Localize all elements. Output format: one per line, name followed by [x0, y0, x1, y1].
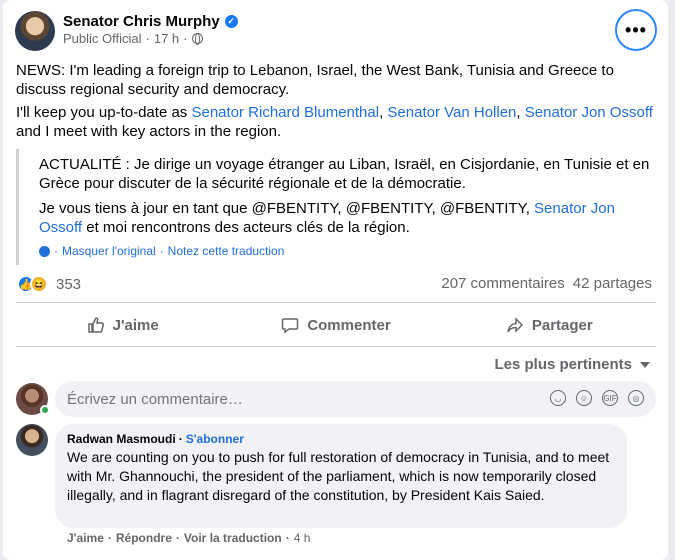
- reactions-summary[interactable]: 👍 😆 353: [17, 275, 81, 293]
- comment-input-tools: ◡ ☺ GIF ◎: [550, 390, 644, 406]
- translation-paragraph-1: ACTUALITÉ : Je dirige un voyage étranger…: [39, 156, 650, 192]
- author-role: Public Official: [63, 31, 142, 46]
- see-translation-link[interactable]: Voir la traduction: [184, 531, 282, 545]
- more-options-button[interactable]: •••: [615, 9, 657, 51]
- comment-bubble: Radwan Masmoudi · S'abonner We are count…: [55, 424, 627, 528]
- comment-like-link[interactable]: J'aime: [67, 531, 104, 545]
- comment-author-line: Radwan Masmoudi · S'abonner: [67, 432, 244, 446]
- comment-text: We are counting on you to push for full …: [67, 449, 610, 503]
- shares-count[interactable]: 42 partages: [573, 275, 652, 292]
- comment-reply-link[interactable]: Répondre: [116, 531, 172, 545]
- comment-time[interactable]: 4 h: [294, 531, 311, 545]
- translation-actions: · Masquer l'original · Notez cette tradu…: [39, 244, 284, 258]
- mention-ossoff[interactable]: Senator Jon Ossoff: [525, 104, 653, 121]
- post-author[interactable]: Senator Chris Murphy ✓: [63, 13, 238, 30]
- post-meta: Public Official · 17 h ·: [63, 31, 203, 46]
- chevron-down-icon: [640, 361, 650, 368]
- comment-author[interactable]: Radwan Masmoudi: [67, 432, 176, 446]
- follow-button[interactable]: S'abonner: [186, 432, 244, 446]
- camera-sticker-icon[interactable]: ◎: [628, 390, 644, 406]
- comment-bubble-icon: [282, 318, 299, 334]
- like-button[interactable]: J'aime: [16, 305, 229, 345]
- commenter-avatar[interactable]: [16, 424, 48, 456]
- translation-block: ACTUALITÉ : Je dirige un voyage étranger…: [16, 149, 659, 265]
- globe-icon: [191, 33, 203, 45]
- sticker-icon[interactable]: ◡: [550, 390, 566, 406]
- post-card: Senator Chris Murphy ✓ Public Official ·…: [3, 0, 668, 560]
- engagement-stats: 207 commentaires 42 partages: [441, 275, 652, 292]
- mention-van-hollen[interactable]: Senator Van Hollen: [387, 104, 516, 121]
- translation-paragraph-2: Je vous tiens à jour en tant que @FBENTI…: [39, 200, 615, 236]
- reaction-count[interactable]: 353: [56, 276, 81, 293]
- gif-icon[interactable]: GIF: [602, 390, 618, 406]
- comment-sort-dropdown[interactable]: Les plus pertinents: [494, 356, 650, 373]
- haha-reaction-icon: 😆: [30, 275, 48, 293]
- post-text-paragraph-2: I'll keep you up-to-date as Senator Rich…: [16, 104, 653, 140]
- author-avatar[interactable]: [15, 11, 55, 51]
- verified-badge-icon: ✓: [224, 15, 238, 28]
- post-time[interactable]: 17 h: [154, 31, 179, 46]
- rate-translation-link[interactable]: Notez cette traduction: [168, 244, 285, 258]
- mention-blumenthal[interactable]: Senator Richard Blumenthal: [191, 104, 379, 121]
- divider: [16, 302, 656, 303]
- comments-count[interactable]: 207 commentaires: [441, 275, 564, 292]
- action-bar: J'aime Commenter Partager: [16, 305, 656, 345]
- thumbs-up-icon: [87, 317, 104, 333]
- online-status-icon: [40, 405, 50, 415]
- share-arrow-icon: [507, 317, 523, 333]
- comment-actions: J'aime · Répondre · Voir la traduction ·…: [67, 531, 311, 545]
- emoji-icon[interactable]: ☺: [576, 390, 592, 406]
- comment-button[interactable]: Commenter: [229, 305, 442, 345]
- hide-original-link[interactable]: Masquer l'original: [62, 244, 156, 258]
- share-button[interactable]: Partager: [443, 305, 656, 345]
- gear-icon[interactable]: [39, 245, 50, 257]
- author-name[interactable]: Senator Chris Murphy: [63, 13, 220, 30]
- post-text-paragraph-1: NEWS: I'm leading a foreign trip to Leba…: [16, 62, 614, 98]
- divider: [16, 346, 656, 347]
